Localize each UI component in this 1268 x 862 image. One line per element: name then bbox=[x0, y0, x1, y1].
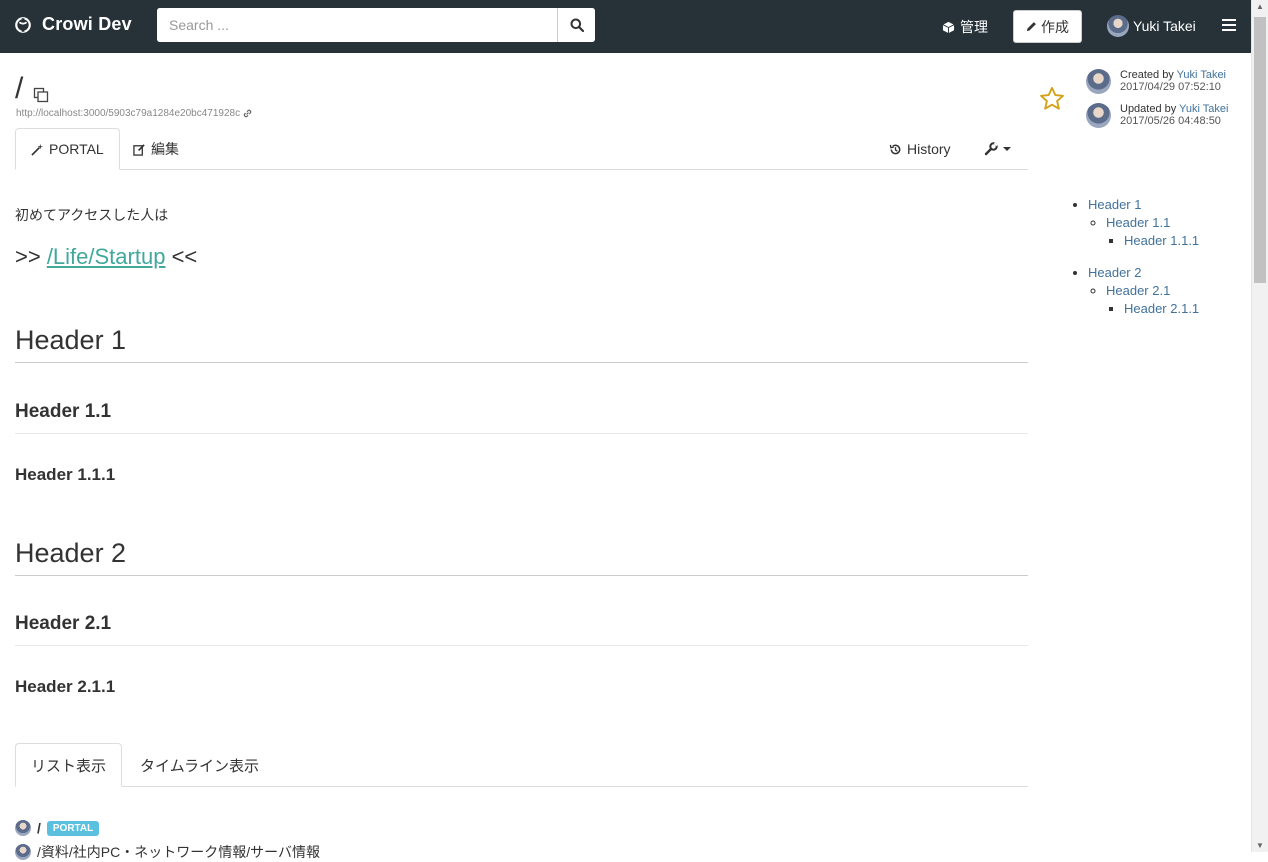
created-by: Created by Yuki Takei bbox=[1120, 69, 1226, 81]
user-menu[interactable]: Yuki Takei bbox=[1107, 15, 1196, 37]
page-tabs: PORTAL 編集 History bbox=[15, 128, 1028, 170]
startup-prefix: >> bbox=[15, 244, 47, 269]
heading-header-2-1-1: Header 2.1.1 bbox=[15, 677, 116, 696]
page-path: /資料/社内PC・ネットワーク情報/サーバ情報 bbox=[37, 844, 320, 860]
updated-prefix: Updated by bbox=[1120, 103, 1180, 115]
created-prefix: Created by bbox=[1120, 69, 1177, 81]
magic-wand-icon bbox=[31, 143, 44, 156]
toc-header-1[interactable]: Header 1 bbox=[1088, 197, 1141, 212]
toc-header-1-1[interactable]: Header 1.1 bbox=[1106, 215, 1170, 230]
admin-link[interactable]: 管理 bbox=[942, 17, 988, 37]
hamburger-menu-icon[interactable] bbox=[1222, 19, 1236, 33]
table-of-contents: Header 1 Header 1.1 Header 1.1.1 Header … bbox=[1070, 196, 1199, 318]
toc-header-2-1[interactable]: Header 2.1 bbox=[1106, 283, 1170, 298]
toc-header-2-1-1[interactable]: Header 2.1.1 bbox=[1124, 301, 1199, 316]
toc-header-2[interactable]: Header 2 bbox=[1088, 265, 1141, 280]
create-label: 作成 bbox=[1041, 18, 1069, 35]
create-page-button[interactable]: 作成 bbox=[1013, 10, 1082, 43]
avatar bbox=[15, 844, 31, 860]
startup-suffix: << bbox=[165, 244, 198, 269]
page-list-tabs: リスト表示 タイムライン表示 bbox=[15, 743, 1028, 787]
crowi-logo-icon bbox=[15, 16, 31, 33]
tools-dropdown[interactable] bbox=[969, 128, 1026, 170]
avatar bbox=[1086, 69, 1111, 94]
user-name: Yuki Takei bbox=[1133, 18, 1196, 34]
tab-edit-label: 編集 bbox=[151, 141, 179, 157]
tab-portal[interactable]: PORTAL bbox=[15, 128, 120, 170]
page-url-text: http://localhost:3000/5903c79a1284e20bc4… bbox=[16, 108, 241, 119]
admin-label: 管理 bbox=[960, 19, 988, 35]
heading-header-2-1: Header 2.1 bbox=[15, 613, 1028, 646]
updated-user-link[interactable]: Yuki Takei bbox=[1179, 103, 1228, 115]
brand-name: Crowi Dev bbox=[42, 14, 132, 34]
avatar bbox=[1086, 103, 1111, 128]
page-permalink[interactable]: http://localhost:3000/5903c79a1284e20bc4… bbox=[16, 108, 252, 119]
heading-header-1-1-1: Header 1.1.1 bbox=[15, 465, 116, 484]
updated-at: 2017/05/26 04:48:50 bbox=[1120, 115, 1221, 127]
top-navbar: Crowi Dev 管理 作成 Yuki Takei bbox=[0, 0, 1251, 53]
bookmark-star-icon[interactable] bbox=[1038, 85, 1066, 113]
cube-icon bbox=[942, 21, 955, 33]
search-input[interactable] bbox=[157, 8, 557, 42]
wrench-icon bbox=[984, 142, 998, 156]
toc-header-1-1-1[interactable]: Header 1.1.1 bbox=[1124, 233, 1199, 248]
tab-edit[interactable]: 編集 bbox=[118, 128, 194, 170]
startup-link[interactable]: /Life/Startup bbox=[47, 244, 166, 269]
history-icon bbox=[889, 144, 901, 154]
edit-icon bbox=[133, 143, 145, 156]
created-info: Created by Yuki Takei 2017/04/29 07:52:1… bbox=[1086, 69, 1226, 94]
tab-history-label: History bbox=[907, 141, 951, 157]
updated-info: Updated by Yuki Takei 2017/05/26 04:48:5… bbox=[1086, 103, 1228, 128]
created-at: 2017/04/29 07:52:10 bbox=[1120, 81, 1221, 93]
list-item[interactable]: /資料/社内PC・ネットワーク情報/サーバ情報 bbox=[15, 842, 320, 862]
scroll-up-arrow-icon[interactable]: ▲ bbox=[1256, 2, 1264, 11]
heading-header-2: Header 2 bbox=[15, 538, 1028, 576]
heading-header-1-1: Header 1.1 bbox=[15, 401, 1028, 434]
tab-history[interactable]: History bbox=[874, 128, 966, 170]
link-icon bbox=[243, 109, 252, 118]
heading-header-1: Header 1 bbox=[15, 325, 1028, 363]
avatar bbox=[1107, 15, 1129, 37]
avatar bbox=[15, 820, 31, 836]
copy-icon[interactable] bbox=[33, 87, 49, 103]
search-button[interactable] bbox=[557, 8, 595, 42]
search-icon bbox=[570, 18, 584, 32]
tab-portal-label: PORTAL bbox=[49, 141, 104, 157]
page-path: / bbox=[37, 820, 41, 836]
created-user-link[interactable]: Yuki Takei bbox=[1177, 69, 1226, 81]
brand[interactable]: Crowi Dev bbox=[14, 14, 132, 35]
tab-timeline-view[interactable]: タイムライン表示 bbox=[125, 743, 274, 787]
updated-by: Updated by Yuki Takei bbox=[1120, 103, 1228, 115]
portal-badge: PORTAL bbox=[46, 820, 100, 836]
scroll-down-arrow-icon[interactable]: ▼ bbox=[1256, 841, 1264, 850]
tab-list-view[interactable]: リスト表示 bbox=[15, 743, 123, 787]
intro-text: 初めてアクセスした人は bbox=[15, 207, 169, 223]
search-box bbox=[157, 8, 595, 42]
caret-down-icon bbox=[1003, 147, 1011, 151]
pencil-icon bbox=[1026, 22, 1036, 32]
page-title: / bbox=[15, 72, 24, 105]
startup-line: >> /Life/Startup << bbox=[15, 244, 197, 270]
scroll-thumb[interactable] bbox=[1254, 17, 1266, 283]
page-scrollbar[interactable]: ▲ ▼ bbox=[1251, 0, 1268, 852]
list-item[interactable]: / PORTAL bbox=[15, 820, 100, 836]
